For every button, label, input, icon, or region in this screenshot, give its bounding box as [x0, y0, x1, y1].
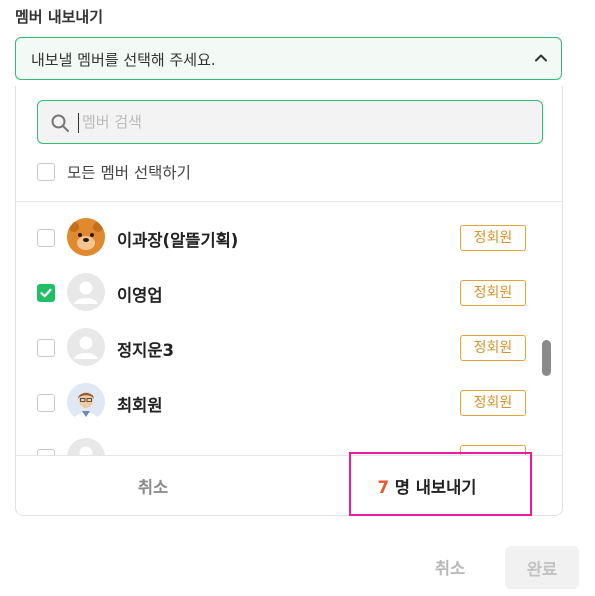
- member-grade-badge: 정회원: [460, 280, 526, 306]
- page-cancel-button[interactable]: 취소: [416, 549, 484, 585]
- member-name: 최회원: [117, 396, 163, 415]
- search-icon: [51, 114, 69, 132]
- chevron-up-icon[interactable]: [533, 50, 549, 66]
- select-all-label[interactable]: 모든 멤버 선택하기: [67, 161, 191, 183]
- person-avatar: [67, 383, 105, 421]
- member-row[interactable]: 이과장(알뜰기획) 정회원: [16, 210, 562, 265]
- bear-avatar: [67, 218, 105, 256]
- default-avatar: [67, 328, 105, 366]
- member-checkbox[interactable]: [37, 229, 55, 247]
- default-avatar: [67, 273, 105, 311]
- member-name: 이과장(알뜰기획): [117, 231, 239, 250]
- member-name: 정지운3: [117, 341, 175, 360]
- member-checkbox[interactable]: [37, 339, 55, 357]
- section-title: 멤버 내보내기: [15, 8, 104, 26]
- checkmark-icon: [40, 288, 52, 298]
- search-box[interactable]: [37, 100, 543, 144]
- highlight-box: [349, 452, 532, 516]
- member-checkbox[interactable]: [37, 394, 55, 412]
- member-grade-badge: 정회원: [460, 335, 526, 361]
- page-done-button[interactable]: 완료: [505, 546, 579, 589]
- search-input[interactable]: [82, 107, 522, 137]
- member-list: 이과장(알뜰기획) 정회원 이영업 정회원 정지운3 정회원 최회원 정회원: [16, 202, 562, 455]
- member-checkbox-checked[interactable]: [37, 284, 55, 302]
- select-all-checkbox[interactable]: [37, 163, 55, 181]
- member-select-placeholder: 내보낼 멤버를 선택해 주세요.: [31, 51, 216, 69]
- member-name: 이영업: [117, 286, 163, 305]
- member-row[interactable]: 이영업 정회원: [16, 265, 562, 320]
- list-scrollbar-thumb[interactable]: [542, 340, 551, 376]
- text-caret: [78, 113, 79, 133]
- member-select-dropdown[interactable]: 내보낼 멤버를 선택해 주세요.: [15, 37, 562, 80]
- default-avatar: [67, 438, 105, 455]
- member-grade-badge: 정회원: [460, 225, 526, 251]
- panel-cancel-button[interactable]: 취소: [16, 456, 290, 515]
- member-grade-badge: 정회원: [460, 390, 526, 416]
- member-row[interactable]: 최회원 정회원: [16, 375, 562, 430]
- member-row[interactable]: 정지운3 정회원: [16, 320, 562, 375]
